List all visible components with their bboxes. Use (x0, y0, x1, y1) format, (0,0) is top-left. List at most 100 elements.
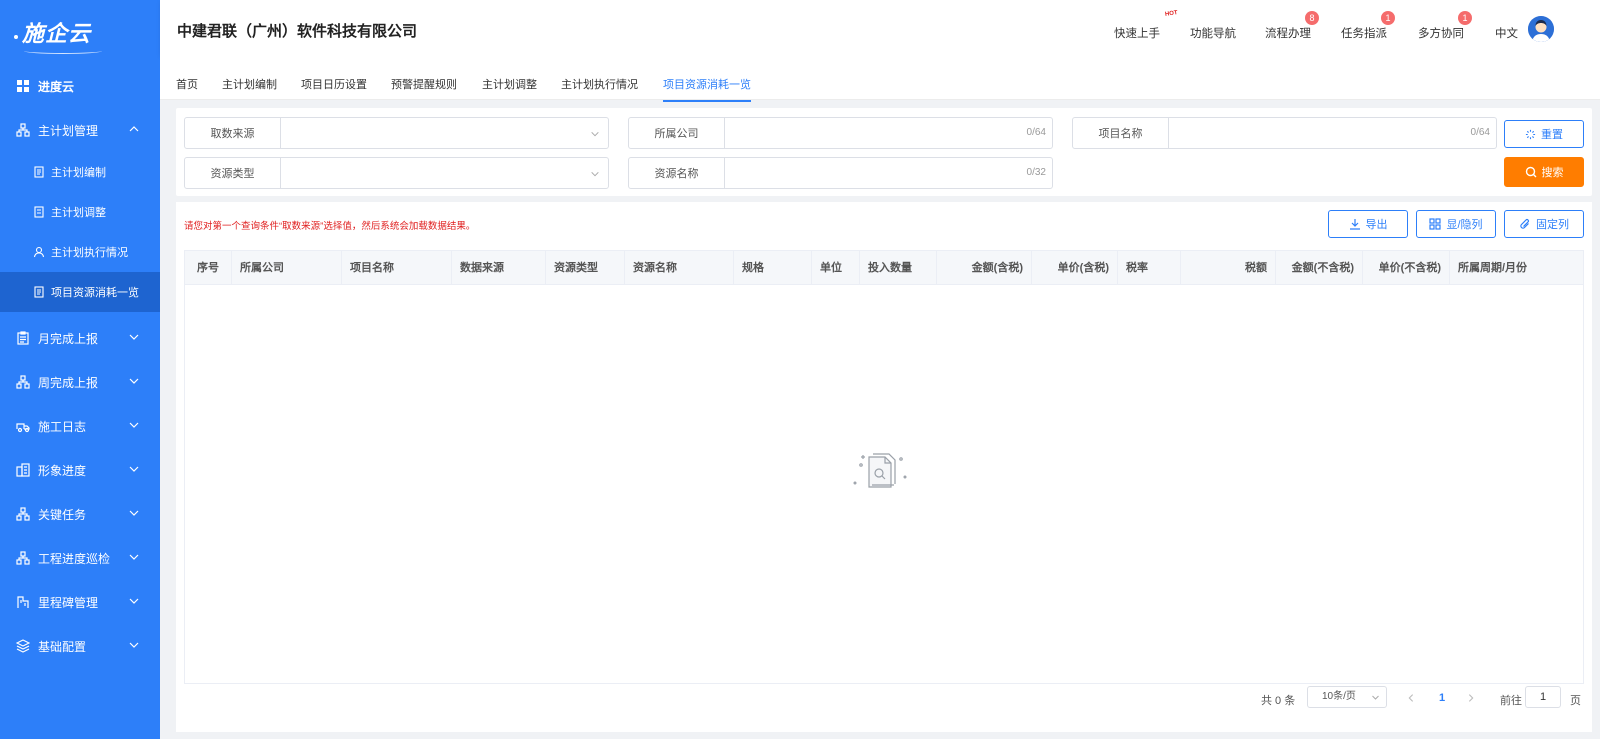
sidebar-item-label: 主计划执行情况 (51, 247, 128, 259)
chevron-down-icon (129, 598, 139, 604)
chevron-down-icon (129, 510, 139, 516)
download-icon (1349, 219, 1360, 230)
sidebar: 施企云 进度云 主计划管理 主计划编制 主计划调整 主计划执行情况 项目资源消耗… (0, 0, 160, 739)
toggle-columns-label: 显/隐列 (1446, 219, 1483, 231)
project-value[interactable]: 0/64 (1169, 118, 1496, 148)
sidebar-item-schedule-cloud[interactable]: 进度云 (0, 64, 160, 108)
filter-panel: 取数来源 所属公司 0/64 项目名称 0/64 资源类型 资源名称 0/32 … (176, 108, 1592, 196)
task-assign-label: 任务指派 (1341, 28, 1387, 40)
project-label: 项目名称 (1073, 118, 1169, 148)
org-chart-icon (16, 375, 30, 389)
chevron-down-icon (129, 554, 139, 560)
search-label: 搜索 (1541, 167, 1564, 179)
hint-text: 请您对第一个查询条件“取数来源”选择值，然后系统会加载数据结果。 (184, 221, 476, 232)
sidebar-subitem-plan-edit[interactable]: 主计划编制 (0, 152, 160, 192)
collab-link[interactable]: 多方协同 1 (1418, 11, 1472, 41)
sidebar-subitem-resource-consumption[interactable]: 项目资源消耗一览 (0, 272, 160, 312)
sidebar-subitem-plan-execution[interactable]: 主计划执行情况 (0, 232, 160, 272)
reset-icon (1525, 129, 1536, 139)
sidebar-item-monthly-report[interactable]: 月完成上报 (0, 316, 160, 360)
resource-type-select[interactable]: 资源类型 (184, 157, 609, 189)
sidebar-item-label: 基础配置 (38, 639, 87, 654)
sidebar-subitem-plan-adjust[interactable]: 主计划调整 (0, 192, 160, 232)
resource-name-count: 0/32 (1026, 167, 1046, 178)
sidebar-item-weekly-report[interactable]: 周完成上报 (0, 360, 160, 404)
sidebar-item-progress-inspection[interactable]: 工程进度巡检 (0, 536, 160, 580)
pin-columns-button[interactable]: 固定列 (1504, 210, 1584, 238)
company-count: 0/64 (1026, 127, 1046, 138)
resource-type-value[interactable] (281, 158, 608, 188)
col-amount-no-tax: 金额(不含税) (1276, 251, 1363, 285)
project-input[interactable]: 项目名称 0/64 (1072, 117, 1497, 149)
col-quantity: 投入数量 (860, 251, 937, 285)
process-link[interactable]: 流程办理 8 (1265, 11, 1319, 41)
company-input[interactable]: 所属公司 0/64 (628, 117, 1053, 149)
goto-page-input[interactable]: 1 (1525, 686, 1561, 708)
sidebar-item-label: 关键任务 (38, 507, 87, 522)
top-header: 中建君联（广州）软件科技有限公司 快速上手 HOT 功能导航 流程办理 8 任务… (160, 0, 1600, 56)
next-page-icon[interactable] (1466, 693, 1476, 703)
company-label: 所属公司 (629, 118, 725, 148)
sidebar-item-base-config[interactable]: 基础配置 (0, 624, 160, 668)
sidebar-item-key-tasks[interactable]: 关键任务 (0, 492, 160, 536)
sidebar-item-milestone[interactable]: 里程碑管理 (0, 580, 160, 624)
tab-home[interactable]: 首页 (176, 76, 198, 100)
quick-start-link[interactable]: 快速上手 HOT (1114, 10, 1178, 41)
function-nav-link[interactable]: 功能导航 (1190, 25, 1236, 41)
sidebar-item-construction-log[interactable]: 施工日志 (0, 404, 160, 448)
col-index: 序号 (185, 251, 232, 285)
company-name: 中建君联（广州）软件科技有限公司 (177, 23, 418, 40)
col-data-source: 数据来源 (452, 251, 546, 285)
clipboard-icon (16, 331, 30, 345)
tab-alert-rules[interactable]: 预警提醒规则 (391, 76, 457, 100)
sidebar-item-master-plan[interactable]: 主计划管理 (0, 108, 160, 152)
org-chart-icon (16, 123, 30, 137)
result-panel: 请您对第一个查询条件“取数来源”选择值，然后系统会加载数据结果。 导出 显/隐列… (176, 202, 1592, 732)
sidebar-item-label: 主计划编制 (51, 167, 106, 179)
resource-name-input[interactable]: 资源名称 0/32 (628, 157, 1053, 189)
source-select[interactable]: 取数来源 (184, 117, 609, 149)
columns-icon (1429, 218, 1442, 230)
toggle-columns-button[interactable]: 显/隐列 (1416, 210, 1496, 238)
col-resource-name: 资源名称 (625, 251, 734, 285)
process-badge: 8 (1305, 11, 1319, 25)
sidebar-item-label: 进度云 (38, 79, 75, 94)
sidebar-item-label: 里程碑管理 (38, 595, 99, 610)
source-value[interactable] (281, 118, 608, 148)
tab-calendar[interactable]: 项目日历设置 (301, 76, 367, 100)
logo-dot (14, 35, 18, 39)
sidebar-item-label: 施工日志 (38, 419, 87, 434)
tab-plan-edit[interactable]: 主计划编制 (222, 76, 277, 100)
hot-badge: HOT (1164, 10, 1179, 18)
search-button[interactable]: 搜索 (1504, 157, 1584, 187)
task-assign-link[interactable]: 任务指派 1 (1341, 11, 1395, 41)
reset-label: 重置 (1541, 129, 1563, 141)
user-avatar[interactable] (1528, 16, 1554, 42)
reset-button[interactable]: 重置 (1504, 120, 1584, 148)
project-count: 0/64 (1470, 127, 1490, 138)
page-size-label: 10条/页 (1322, 691, 1356, 702)
avatar-icon (1528, 16, 1554, 42)
col-tax-rate: 税率 (1118, 251, 1181, 285)
chevron-up-icon (129, 126, 139, 132)
tab-plan-adjust[interactable]: 主计划调整 (482, 76, 537, 100)
prev-page-icon[interactable] (1406, 693, 1416, 703)
pager-total: 共 0 条 (1261, 695, 1296, 707)
company-value[interactable]: 0/64 (725, 118, 1052, 148)
collab-badge: 1 (1458, 11, 1472, 25)
org-chart-icon (16, 551, 30, 565)
empty-data-icon (853, 453, 907, 488)
chevron-down-icon (591, 131, 599, 137)
current-page[interactable]: 1 (1439, 692, 1445, 704)
logo-text: 施企云 (22, 21, 92, 46)
sidebar-item-label: 形象进度 (38, 463, 87, 478)
page-size-select[interactable]: 10条/页 (1307, 686, 1387, 708)
export-button[interactable]: 导出 (1328, 210, 1408, 238)
sidebar-item-visual-progress[interactable]: 形象进度 (0, 448, 160, 492)
col-amount-tax: 金额(含税) (937, 251, 1032, 285)
tab-plan-execution[interactable]: 主计划执行情况 (561, 76, 638, 100)
chevron-down-icon (129, 378, 139, 384)
quick-start-label: 快速上手 (1114, 28, 1160, 40)
resource-name-value[interactable]: 0/32 (725, 158, 1052, 188)
tab-resource-consumption[interactable]: 项目资源消耗一览 (663, 76, 751, 102)
